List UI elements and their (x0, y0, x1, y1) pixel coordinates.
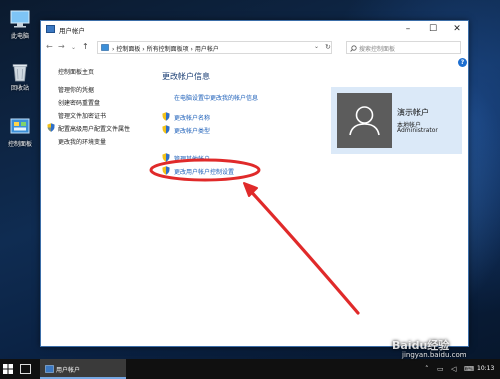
desktop-icon-label: 回收站 (10, 85, 29, 92)
address-dropdown-icon[interactable]: ⌄ (314, 43, 319, 50)
change-account-name-link[interactable]: 更改帐户名称 (174, 113, 210, 122)
manage-other-accounts-link[interactable]: 管理其他帐户 (174, 154, 210, 163)
user-accounts-app-icon (46, 25, 55, 33)
user-account-card: 演示帐户 本地帐户 Administrator (331, 87, 462, 154)
control-panel-icon (10, 118, 30, 136)
close-button[interactable]: ✕ (445, 21, 469, 38)
desktop-icon-label: 此电脑 (10, 33, 29, 40)
watermark-url: jingyan.baidu.com (402, 351, 467, 359)
task-view-icon[interactable] (20, 364, 31, 374)
address-bar[interactable]: › 控制面板 › 所有控制面板项 › 用户帐户 ⌄ ↻ (97, 41, 332, 54)
windows-start-icon[interactable] (3, 364, 13, 374)
breadcrumb-control-panel[interactable]: 控制面板 (116, 46, 140, 53)
search-icon (350, 45, 357, 52)
user-role: Administrator (397, 127, 438, 134)
up-arrow-icon[interactable]: ↑ (82, 42, 89, 51)
breadcrumb-all-items[interactable]: 所有控制面板项 (147, 46, 189, 53)
search-input[interactable]: 搜索控制面板 (346, 41, 461, 54)
change-env-variables-link[interactable]: 更改我的环境变量 (58, 137, 106, 146)
user-name: 演示帐户 (397, 108, 429, 117)
change-uac-settings-link[interactable]: 更改用户帐户控制设置 (174, 167, 234, 176)
control-panel-small-icon (101, 44, 109, 51)
keyboard-icon[interactable]: ⌨ (464, 365, 474, 373)
forward-arrow-icon[interactable]: → (58, 42, 65, 51)
title-bar[interactable]: 用户帐户 – ☐ ✕ (41, 21, 468, 38)
breadcrumb-user-accounts[interactable]: 用户帐户 (195, 46, 219, 53)
user-silhouette-icon (349, 106, 380, 136)
tray-up-arrow-icon[interactable]: ˄ (425, 365, 429, 373)
desktop-icon-control-panel[interactable]: 控制面板 (2, 118, 38, 148)
address-row: ← → ⌄ ↑ › 控制面板 › 所有控制面板项 › 用户帐户 ⌄ ↻ 搜索控制… (41, 40, 468, 56)
back-arrow-icon[interactable]: ← (46, 42, 53, 51)
network-icon[interactable]: ▭ (437, 365, 444, 373)
breadcrumb: › 控制面板 › 所有控制面板项 › 用户帐户 (112, 44, 219, 53)
user-accounts-app-icon (45, 365, 54, 373)
desktop-icon-label: 控制面板 (7, 141, 32, 148)
maximize-button[interactable]: ☐ (421, 21, 445, 38)
taskbar: 用户帐户 ˄ ▭ ◁ ⌨ 10:13 (0, 359, 500, 379)
manage-encryption-certs-link[interactable]: 管理文件加密证书 (58, 111, 106, 120)
change-account-type-link[interactable]: 更改帐户类型 (174, 126, 210, 135)
volume-icon[interactable]: ◁ (451, 365, 456, 373)
minimize-button[interactable]: – (396, 21, 420, 38)
uac-shield-icon (162, 153, 170, 162)
taskbar-app-user-accounts[interactable]: 用户帐户 (40, 359, 126, 379)
recent-dropdown-icon[interactable]: ⌄ (71, 44, 76, 51)
create-reset-disk-link[interactable]: 创建密码重置盘 (58, 98, 100, 107)
control-panel-home-link[interactable]: 控制面板主页 (58, 67, 94, 76)
help-icon[interactable]: ? (458, 58, 467, 67)
computer-icon (10, 10, 30, 28)
pc-settings-account-link[interactable]: 在电脑设置中更改我的帐户信息 (174, 93, 258, 102)
breadcrumb-separator-icon: › (112, 46, 115, 53)
uac-shield-icon (162, 112, 170, 121)
user-accounts-window: 用户帐户 – ☐ ✕ ← → ⌄ ↑ › 控制面板 › 所有控制面板项 › 用户… (40, 20, 469, 347)
uac-shield-icon (162, 166, 170, 175)
manage-credentials-link[interactable]: 管理你的凭据 (58, 85, 94, 94)
desktop-icon-recycle-bin[interactable]: 回收站 (2, 62, 38, 92)
avatar (337, 93, 392, 148)
uac-shield-icon (47, 123, 55, 132)
refresh-icon[interactable]: ↻ (325, 43, 331, 51)
advanced-profile-properties-link[interactable]: 配置高级用户配置文件属性 (58, 124, 130, 133)
uac-shield-icon (162, 125, 170, 134)
taskbar-app-label: 用户帐户 (56, 367, 81, 374)
desktop-icon-computer[interactable]: 此电脑 (2, 10, 38, 40)
page-heading: 更改帐户信息 (162, 72, 210, 81)
search-placeholder: 搜索控制面板 (359, 46, 396, 53)
window-title: 用户帐户 (59, 27, 85, 35)
clock[interactable]: 10:13 (477, 365, 494, 372)
recycle-bin-icon (10, 62, 30, 82)
